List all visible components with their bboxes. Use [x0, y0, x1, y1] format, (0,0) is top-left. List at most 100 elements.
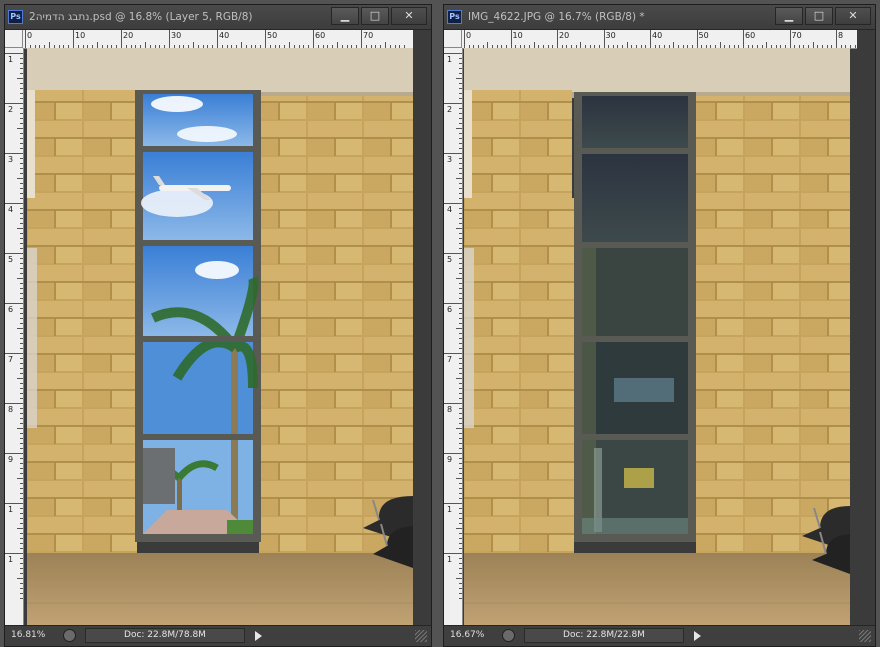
ruler-label: 1 — [447, 55, 453, 64]
ruler-tick — [17, 78, 23, 79]
horizontal-ruler[interactable]: 0 10 20 30 40 50 60 70 8 — [462, 30, 857, 49]
ruler-tick — [20, 243, 23, 244]
title-bar[interactable]: Ps IMG_4622.JPG @ 16.7% (RGB/8) * ▁ □ ✕ — [444, 5, 875, 30]
ruler-tick — [459, 363, 462, 364]
ruler-tick — [444, 403, 462, 404]
ruler-tick — [20, 258, 23, 259]
ruler-tick — [696, 30, 698, 48]
ruler-tick — [5, 303, 23, 304]
ruler-tick — [456, 78, 462, 79]
ruler-label: 2 — [8, 105, 14, 114]
ruler-tick — [444, 103, 462, 104]
ruler-tick — [444, 453, 462, 454]
ruler-label: 60 — [745, 31, 756, 40]
ruler-label: 8 — [838, 31, 844, 40]
window-title: IMG_4622.JPG @ 16.7% (RGB/8) * — [468, 11, 645, 23]
ruler-tick — [20, 388, 23, 389]
ruler-label: 9 — [447, 455, 453, 464]
ruler-tick — [459, 458, 462, 459]
status-menu-arrow-icon[interactable] — [694, 631, 701, 641]
ruler-tick — [20, 123, 23, 124]
ruler-tick — [20, 313, 23, 314]
minimize-button[interactable]: ▁ — [331, 7, 359, 25]
vertical-ruler[interactable]: 1 2 3 4 5 6 7 8 9 1 1 — [5, 48, 24, 628]
ruler-tick — [459, 333, 462, 334]
ruler-label: 8 — [447, 405, 453, 414]
ruler-tick — [459, 218, 462, 219]
title-bar[interactable]: Ps 2נתבג הדמיה.psd @ 16.8% (Layer 5, RGB… — [5, 5, 431, 30]
zoom-level[interactable]: 16.67% — [450, 630, 490, 640]
ruler-tick — [5, 203, 23, 204]
ruler-tick — [20, 463, 23, 464]
ruler-label: 50 — [698, 31, 709, 40]
ruler-origin[interactable] — [444, 30, 462, 48]
ruler-tick — [459, 298, 462, 299]
ruler-tick — [5, 103, 23, 104]
ruler-tick — [20, 163, 23, 164]
ruler-tick — [20, 73, 23, 74]
image-canvas[interactable] — [27, 48, 413, 628]
document-size[interactable]: Doc: 22.8M/22.8M — [524, 628, 684, 643]
ruler-tick — [20, 298, 23, 299]
quick-zoom-icon[interactable] — [63, 629, 76, 642]
ruler-tick — [20, 213, 23, 214]
ruler-tick — [20, 233, 23, 234]
ruler-tick — [444, 203, 462, 204]
maximize-button[interactable]: □ — [805, 7, 833, 25]
ruler-tick — [459, 263, 462, 264]
minimize-button[interactable]: ▁ — [775, 7, 803, 25]
ruler-tick — [20, 438, 23, 439]
resize-grip-icon[interactable] — [415, 630, 427, 642]
document-window-photo[interactable]: Ps IMG_4622.JPG @ 16.7% (RGB/8) * ▁ □ ✕ … — [443, 4, 876, 647]
maximize-button[interactable]: □ — [361, 7, 389, 25]
close-button[interactable]: ✕ — [835, 7, 871, 25]
ruler-tick — [20, 108, 23, 109]
ruler-tick — [459, 318, 462, 319]
ruler-tick — [20, 383, 23, 384]
document-window-simulation[interactable]: Ps 2נתבג הדמיה.psd @ 16.8% (Layer 5, RGB… — [4, 4, 432, 647]
ruler-tick — [459, 168, 462, 169]
ruler-tick — [459, 348, 462, 349]
close-button[interactable]: ✕ — [391, 7, 427, 25]
ruler-tick — [459, 83, 462, 84]
ruler-tick — [20, 168, 23, 169]
ruler-tick — [20, 373, 23, 374]
ruler-tick — [20, 323, 23, 324]
ruler-tick — [459, 93, 462, 94]
ruler-tick — [459, 498, 462, 499]
vertical-ruler[interactable]: 1 2 3 4 5 6 7 8 9 1 1 — [444, 48, 463, 628]
ruler-label: 20 — [559, 31, 570, 40]
document-size[interactable]: Doc: 22.8M/78.8M — [85, 628, 245, 643]
ruler-tick — [459, 248, 462, 249]
ruler-tick — [459, 173, 462, 174]
ruler-tick — [456, 278, 462, 279]
ruler-tick — [459, 88, 462, 89]
ruler-tick — [456, 178, 462, 179]
ruler-origin[interactable] — [5, 30, 23, 48]
ruler-label: 30 — [171, 31, 182, 40]
ruler-tick — [459, 388, 462, 389]
ruler-tick — [20, 573, 23, 574]
ruler-tick — [789, 30, 791, 48]
horizontal-ruler[interactable]: 0 10 20 30 40 50 60 70 — [23, 30, 413, 49]
ruler-label: 7 — [447, 355, 453, 364]
resize-grip-icon[interactable] — [859, 630, 871, 642]
ruler-label: 6 — [447, 305, 453, 314]
original-photo — [464, 48, 850, 628]
ruler-tick — [20, 93, 23, 94]
image-canvas[interactable] — [464, 48, 850, 628]
ruler-tick — [17, 428, 23, 429]
ruler-tick — [456, 478, 462, 479]
zoom-level[interactable]: 16.81% — [11, 630, 51, 640]
status-bar: 16.81% Doc: 22.8M/78.8M — [5, 625, 431, 646]
ruler-tick — [444, 253, 462, 254]
ruler-tick — [20, 538, 23, 539]
ruler-label: 5 — [447, 255, 453, 264]
status-menu-arrow-icon[interactable] — [255, 631, 262, 641]
ruler-tick — [17, 378, 23, 379]
ruler-tick — [20, 558, 23, 559]
quick-zoom-icon[interactable] — [502, 629, 515, 642]
ruler-tick — [5, 353, 23, 354]
ruler-tick — [20, 188, 23, 189]
ruler-tick — [20, 183, 23, 184]
